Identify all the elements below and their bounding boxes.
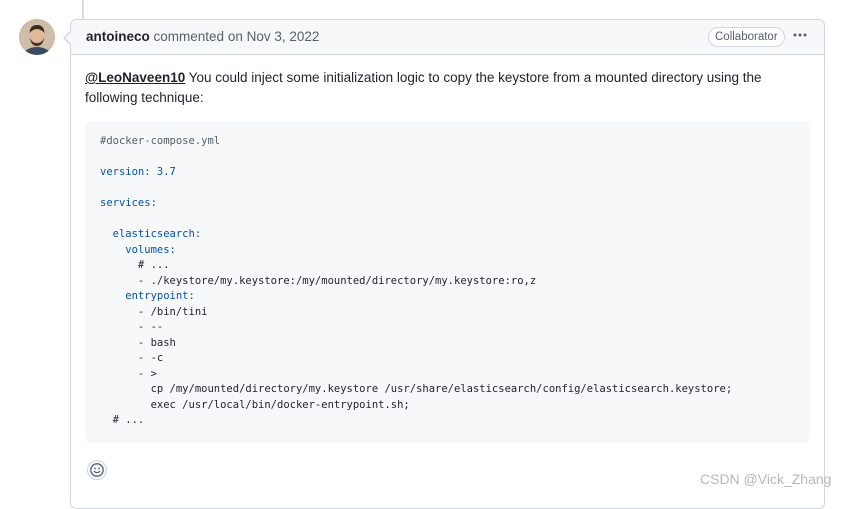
- code-line: - /bin/tini: [100, 305, 208, 318]
- comment-header: antoineco commented on Nov 3, 2022 Colla…: [71, 20, 824, 55]
- add-reaction-button[interactable]: [87, 460, 107, 480]
- comment-action: commented on: [153, 29, 243, 44]
- code-line: version: 3.7: [100, 166, 176, 178]
- comment-card: antoineco commented on Nov 3, 2022 Colla…: [63, 19, 825, 509]
- author-link[interactable]: antoineco: [86, 29, 150, 44]
- comment-header-text: antoineco commented on Nov 3, 2022: [86, 29, 319, 44]
- kebab-horizontal-icon[interactable]: [791, 27, 809, 45]
- code-line: - ./keystore/my.keystore:/my/mounted/dir…: [100, 274, 537, 287]
- code-line: - bash: [100, 336, 176, 349]
- code-line: services:: [100, 197, 157, 209]
- code-block: #docker-compose.yml version: 3.7 service…: [85, 121, 810, 443]
- code-line: - --: [100, 321, 164, 333]
- avatar[interactable]: [19, 19, 55, 55]
- code-line: volumes:: [100, 243, 176, 256]
- code-line: entrypoint:: [100, 290, 195, 302]
- code-line: #docker-compose.yml: [100, 135, 221, 147]
- comment-body: @LeoNaveen10 You could inject some initi…: [85, 68, 805, 108]
- code-line: exec /usr/local/bin/docker-entrypoint.sh…: [100, 398, 410, 411]
- code-line: cp /my/mounted/directory/my.keystore /us…: [100, 383, 733, 395]
- code-content: #docker-compose.yml version: 3.7 service…: [100, 134, 732, 429]
- code-line: - >: [100, 367, 157, 380]
- code-line: - -c: [100, 352, 164, 364]
- code-line: # ...: [100, 259, 170, 271]
- code-line: # ...: [100, 414, 145, 426]
- smiley-icon: [90, 463, 104, 477]
- collaborator-badge: Collaborator: [708, 27, 785, 47]
- code-line: elasticsearch:: [100, 228, 202, 240]
- comment-date[interactable]: Nov 3, 2022: [247, 29, 320, 44]
- user-mention-link[interactable]: @LeoNaveen10: [85, 70, 185, 85]
- comment-body-text: You could inject some initialization log…: [85, 70, 762, 105]
- watermark: CSDN @Vick_Zhang: [700, 471, 832, 487]
